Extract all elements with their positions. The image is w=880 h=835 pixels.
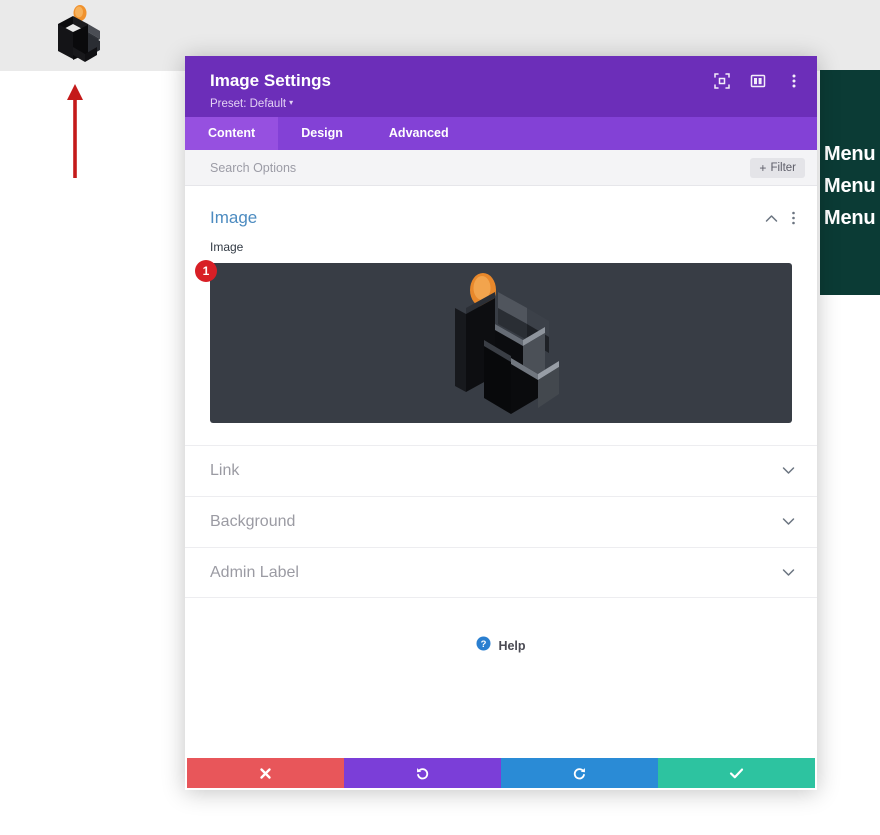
menu-item[interactable]: Menu item — [824, 170, 880, 202]
image-preview[interactable] — [210, 263, 792, 423]
page-root: Menu item Menu item Menu item Image Sett… — [0, 0, 880, 835]
toggle-label: Background — [210, 513, 296, 530]
section-actions — [765, 211, 795, 225]
focus-icon[interactable] — [713, 72, 731, 90]
check-icon — [729, 768, 744, 778]
help-button[interactable]: ? Help — [185, 636, 817, 656]
step-badge-1: 1 — [195, 260, 217, 282]
chevron-down-icon — [782, 462, 795, 480]
plus-icon: + — [759, 160, 767, 175]
image-settings-modal: Image Settings Preset: Default ▾ Content… — [185, 56, 817, 790]
tab-design[interactable]: Design — [278, 117, 366, 150]
toggle-link[interactable]: Link — [185, 445, 817, 496]
chevron-up-icon[interactable] — [765, 214, 778, 223]
modal-body: Image Image 1 Link Background Admin Labe… — [185, 186, 817, 758]
image-preview-wrap: 1 — [195, 260, 792, 423]
red-up-arrow — [62, 82, 88, 178]
toggle-label: Link — [210, 462, 240, 479]
menu-panel: Menu item Menu item Menu item — [820, 70, 880, 295]
svg-text:?: ? — [481, 639, 487, 650]
toggle-sections: Link Background Admin Label — [185, 445, 817, 598]
redo-button[interactable] — [501, 758, 658, 788]
undo-button[interactable] — [344, 758, 501, 788]
filter-button[interactable]: + Filter — [750, 157, 805, 178]
isometric-stairs-logo — [44, 4, 110, 70]
section-title: Image — [210, 208, 258, 227]
preset-label: Preset: Default — [210, 98, 287, 110]
modal-tabs: Content Design Advanced — [185, 117, 817, 150]
tab-content[interactable]: Content — [185, 117, 279, 150]
chevron-down-icon: ▾ — [289, 98, 294, 107]
save-button[interactable] — [658, 758, 815, 788]
layout-columns-icon[interactable] — [749, 72, 767, 90]
search-options-row: + Filter — [185, 150, 817, 186]
image-section-header: Image — [185, 186, 817, 228]
more-vertical-icon[interactable] — [792, 211, 795, 225]
close-button[interactable] — [187, 758, 344, 788]
search-input[interactable] — [210, 160, 751, 175]
chevron-down-icon — [782, 564, 795, 582]
help-label: Help — [498, 639, 526, 653]
toggle-label: Admin Label — [210, 563, 299, 581]
toggle-admin-label[interactable]: Admin Label — [185, 547, 817, 598]
x-icon — [260, 767, 271, 779]
undo-icon — [417, 767, 429, 779]
preset-selector[interactable]: Preset: Default ▾ — [210, 95, 293, 112]
image-field-label: Image — [210, 240, 244, 254]
isometric-stairs-image — [455, 273, 559, 414]
toggle-background[interactable]: Background — [185, 496, 817, 547]
modal-footer — [187, 758, 815, 788]
more-vertical-icon[interactable] — [785, 72, 803, 90]
filter-label: Filter — [770, 161, 796, 174]
menu-item[interactable]: Menu item — [824, 138, 880, 170]
modal-header: Image Settings Preset: Default ▾ — [185, 56, 817, 117]
modal-header-icons — [713, 72, 803, 90]
tab-advanced[interactable]: Advanced — [366, 117, 472, 150]
question-circle-icon: ? — [476, 636, 491, 656]
redo-icon — [573, 767, 585, 779]
menu-item[interactable]: Menu item — [824, 202, 880, 234]
chevron-down-icon — [782, 513, 795, 531]
